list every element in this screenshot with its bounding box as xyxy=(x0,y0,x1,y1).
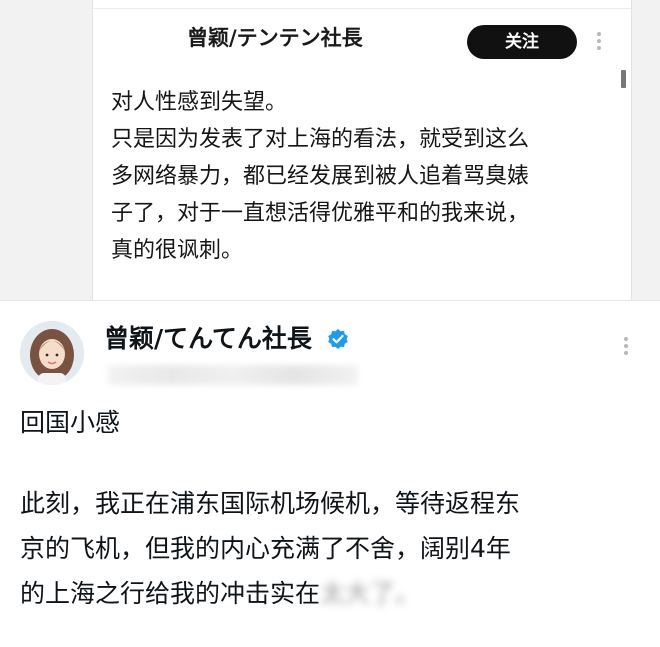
author-name[interactable]: 曾颖/テンテン社長 xyxy=(187,22,363,52)
post-line: 子了，对于一直想活得优雅平和的我来说， xyxy=(111,201,530,226)
post-line: 多网络暴力，都已经发展到被人追着骂臭婊 xyxy=(111,164,530,189)
bottom-post-panel: 曾颖/てんてん社長 回国小感 此刻，我正在浦东国际机场候机，等待返程东 京的飞机… xyxy=(0,300,660,647)
scrollbar-thumb[interactable] xyxy=(621,70,626,88)
post-body: 对人性感到失望。 只是因为发表了对上海的看法，就受到这么 多网络暴力，都已经发展… xyxy=(111,84,611,269)
tweet-line-visible: 的上海之行给我的冲击实在 xyxy=(20,579,321,608)
divider xyxy=(93,8,631,9)
top-post-card: 曾颖/テンテン社長 关注 对人性感到失望。 只是因为发表了对上海的看法，就受到这… xyxy=(92,0,632,300)
more-options-icon[interactable] xyxy=(596,32,602,52)
more-options-icon[interactable] xyxy=(622,337,630,359)
author-row: 曾颖/てんてん社長 xyxy=(104,319,349,355)
tweet-line: 的上海之行给我的冲击实在太大了。 xyxy=(20,571,640,616)
verified-badge-icon xyxy=(327,329,348,349)
post-line: 对人性感到失望。 xyxy=(111,90,288,115)
tweet-line: 此刻，我正在浦东国际机场候机，等待返程东 xyxy=(20,489,521,518)
blurred-text: 太大了。 xyxy=(320,579,421,608)
top-post-panel: 曾颖/テンテン社長 关注 对人性感到失望。 只是因为发表了对上海的看法，就受到这… xyxy=(0,0,660,300)
tweet-title: 回国小感 xyxy=(20,408,121,437)
avatar-image xyxy=(20,321,84,385)
author-name[interactable]: 曾颖/てんてん社長 xyxy=(104,324,312,353)
tweet-line: 京的飞机，但我的内心充满了不舍，阔别4年 xyxy=(20,534,511,563)
tweet-body: 此刻，我正在浦东国际机场候机，等待返程东 京的飞机，但我的内心充满了不舍，阔别4… xyxy=(20,481,640,616)
avatar[interactable] xyxy=(20,321,84,385)
post-line: 真的很讽刺。 xyxy=(111,238,244,263)
follow-button[interactable]: 关注 xyxy=(467,25,577,59)
post-line: 只是因为发表了对上海的看法，就受到这么 xyxy=(111,127,530,152)
blurred-handle xyxy=(108,365,358,385)
